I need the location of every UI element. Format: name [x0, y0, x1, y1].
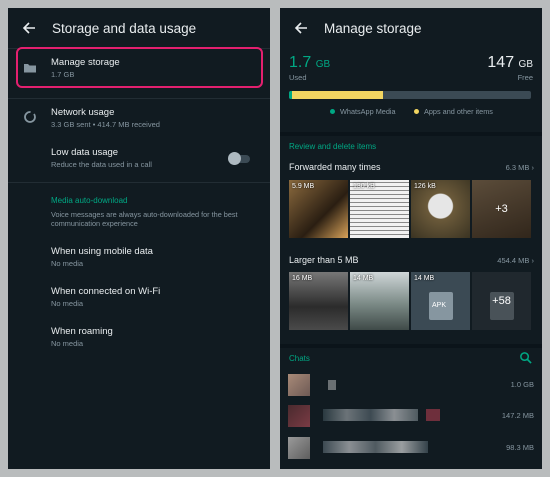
chat-row[interactable]: 1.0 GB [288, 374, 534, 396]
auto-download-roaming-item[interactable]: When roaming No media [8, 320, 270, 356]
storage-bar [289, 91, 531, 99]
wifi-label: When connected on Wi-Fi [51, 286, 161, 297]
more-overlay: +3 [472, 180, 531, 238]
divider [8, 182, 270, 183]
legend-whatsapp: WhatsApp Media [330, 107, 396, 116]
low-data-toggle[interactable] [228, 152, 250, 165]
auto-download-note: Voice messages are always auto-downloade… [51, 210, 238, 228]
legend-other-label: Apps and other items [424, 107, 493, 116]
storage-settings-screen: Storage and data usage Manage storage 1.… [8, 8, 270, 469]
avatar [288, 374, 310, 396]
chats-header: Chats [289, 354, 310, 363]
chat-size: 147.2 MB [501, 411, 534, 420]
forwarded-thumb[interactable]: 130 kB [350, 180, 409, 238]
app-bar: Storage and data usage [8, 8, 270, 48]
legend-other: Apps and other items [414, 107, 493, 116]
free-value: 147 [487, 54, 515, 71]
used-label: Used [289, 73, 307, 82]
low-data-label: Low data usage [51, 147, 119, 158]
chat-size: 98.3 MB [506, 443, 534, 452]
page-title: Storage and data usage [52, 20, 197, 36]
free-label: Free [517, 73, 533, 82]
network-usage-sub: 3.3 GB sent • 414.7 MB received [51, 120, 160, 129]
toggle-knob [228, 152, 241, 165]
forwarded-size[interactable]: 6.3 MB › [506, 163, 534, 172]
chat-name-blurred [328, 380, 336, 390]
review-header: Review and delete items [289, 142, 377, 151]
forwarded-thumb[interactable]: 126 kB [411, 180, 470, 238]
apk-label: APK [432, 302, 447, 309]
roaming-label: When roaming [51, 326, 113, 337]
avatar [288, 437, 310, 459]
network-usage-label: Network usage [51, 107, 115, 118]
more-overlay: +58 [472, 272, 531, 330]
apk-thumb[interactable]: 14 MB APK [411, 272, 470, 330]
auto-download-wifi-item[interactable]: When connected on Wi-Fi No media [8, 280, 270, 316]
legend-dot [414, 109, 419, 114]
divider [280, 132, 542, 136]
larger-title[interactable]: Larger than 5 MB [289, 255, 359, 265]
used-value: 1.7 [289, 54, 312, 71]
auto-download-mobile-item[interactable]: When using mobile data No media [8, 240, 270, 276]
larger-size[interactable]: 454.4 MB › [497, 256, 534, 265]
thumb-size: 126 kB [414, 183, 436, 190]
apps-other-bar [291, 91, 383, 99]
thumb-size: 16 MB [292, 275, 313, 282]
thumb-size: 14 MB [414, 275, 435, 282]
free-amount: 147 GB [487, 54, 533, 72]
back-arrow-icon[interactable] [292, 18, 312, 38]
forwarded-title[interactable]: Forwarded many times [289, 162, 381, 172]
thumb-size: 130 kB [353, 183, 375, 190]
chat-name-blurred [323, 441, 428, 453]
chat-row[interactable]: 98.3 MB [288, 437, 534, 459]
chat-emoji-blurred [426, 409, 440, 421]
large-file-thumb[interactable]: +58 [472, 272, 531, 330]
used-amount: 1.7 GB [289, 54, 330, 72]
thumb-size: 5.9 MB [292, 183, 315, 190]
page-title: Manage storage [324, 20, 422, 36]
network-usage-item[interactable]: Network usage 3.3 GB sent • 414.7 MB rec… [8, 100, 270, 136]
chat-name-blurred [323, 409, 418, 421]
divider [280, 344, 542, 348]
avatar [288, 405, 310, 427]
chat-row[interactable]: 147.2 MB [288, 405, 534, 427]
file-icon: APK [429, 292, 453, 320]
used-unit: GB [315, 59, 331, 70]
divider [8, 98, 270, 99]
thumb-size: 14 MB [353, 275, 374, 282]
free-unit: GB [518, 59, 533, 70]
app-bar: Manage storage [280, 8, 542, 48]
mobile-data-sub: No media [51, 259, 84, 268]
search-icon[interactable] [519, 351, 532, 364]
low-data-usage-item[interactable]: Low data usage Reduce the data used in a… [8, 140, 270, 178]
back-arrow-icon[interactable] [20, 18, 40, 38]
data-usage-icon [24, 111, 36, 123]
large-file-thumb[interactable]: 14 MB [350, 272, 409, 330]
large-file-thumb[interactable]: 16 MB [289, 272, 348, 330]
legend-dot [330, 109, 335, 114]
larger-size-value: 454.4 MB [497, 256, 530, 265]
forwarded-thumb[interactable]: +3 [472, 180, 531, 238]
highlight-box [16, 47, 263, 88]
roaming-sub: No media [51, 339, 84, 348]
forwarded-size-value: 6.3 MB [505, 163, 530, 172]
wifi-sub: No media [51, 299, 84, 308]
chat-size: 1.0 GB [510, 380, 534, 389]
forwarded-thumb[interactable]: 5.9 MB [289, 180, 348, 238]
legend-whatsapp-label: WhatsApp Media [340, 107, 396, 116]
mobile-data-label: When using mobile data [51, 246, 153, 257]
low-data-sub: Reduce the data used in a call [51, 160, 152, 169]
manage-storage-screen: Manage storage 1.7 GB Used 147 GB Free W… [280, 8, 542, 469]
auto-download-header: Media auto-download [51, 196, 128, 205]
